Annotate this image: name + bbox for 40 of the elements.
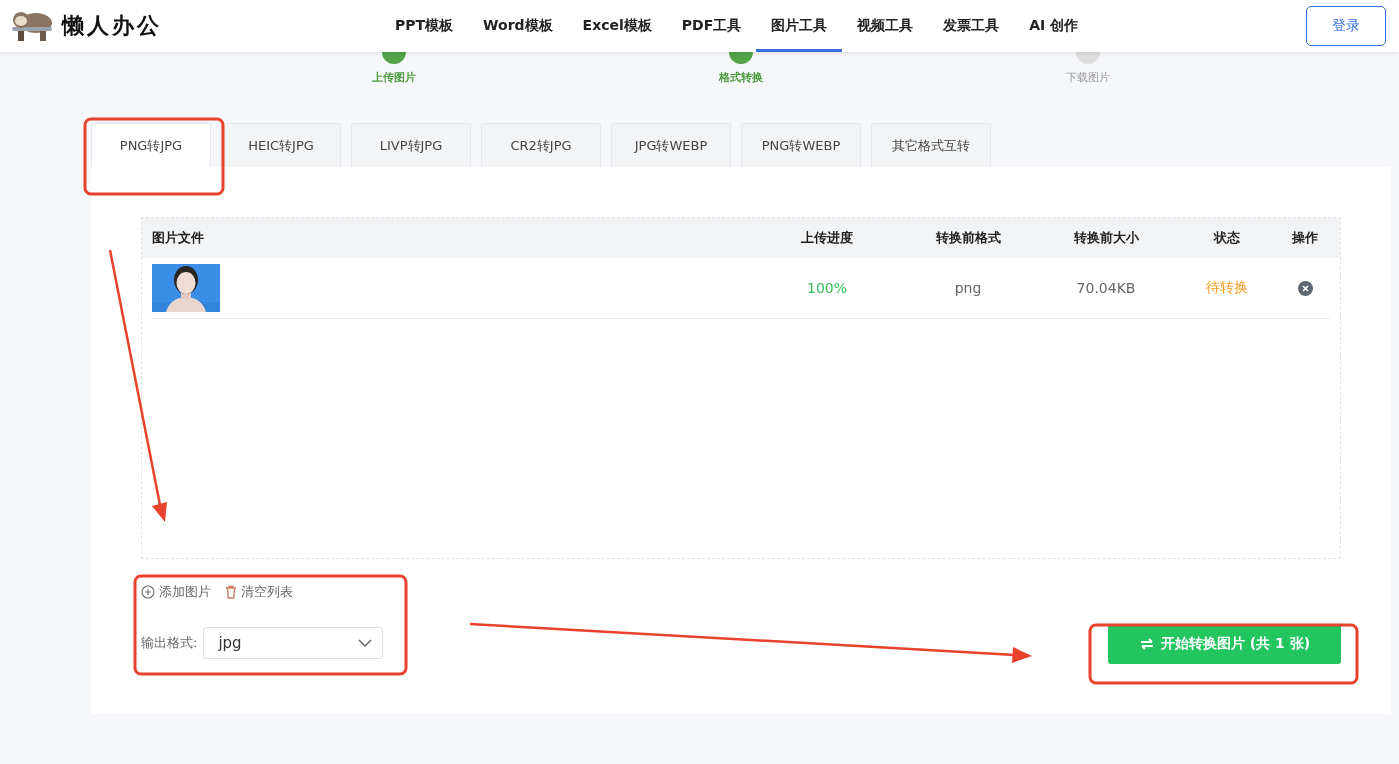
nav-link[interactable]: 图片工具 (756, 0, 843, 52)
column-header: 操作 (1291, 229, 1319, 247)
nav-link[interactable]: PDF工具 (666, 0, 757, 52)
step-label: 格式转换 (718, 70, 763, 85)
step-label: 上传图片 (371, 70, 416, 85)
format-text: png (954, 280, 982, 296)
nav-link[interactable]: AI 创作 (1014, 0, 1094, 52)
swap-icon (1138, 637, 1155, 651)
tab[interactable]: CR2转JPG (481, 123, 601, 167)
nav-link[interactable]: 视频工具 (842, 0, 929, 52)
remove-icon[interactable] (1297, 280, 1313, 296)
size-text: 70.04KB (1076, 280, 1136, 296)
login-button[interactable]: 登录 (1306, 6, 1386, 46)
nav-link[interactable]: PPT模板 (380, 0, 469, 52)
tab[interactable]: HEIC转JPG (221, 123, 341, 167)
sloth-logo-icon (10, 9, 54, 43)
column-header: 转换前格式 (934, 229, 1002, 247)
chevron-down-icon (358, 639, 373, 647)
tab[interactable]: PNG转JPG (91, 123, 211, 167)
nav-link[interactable]: Excel模板 (567, 0, 667, 52)
add-image-button[interactable]: 添加图片 (141, 583, 211, 601)
step-label: 下载图片 (1065, 70, 1110, 85)
nav-link[interactable]: 发票工具 (928, 0, 1015, 52)
nav-link[interactable]: Word模板 (468, 0, 568, 52)
format-select[interactable]: jpg (203, 627, 384, 659)
trash-icon (225, 585, 237, 599)
field-label: 输出格式: (141, 634, 198, 652)
tab[interactable]: PNG转WEBP (741, 123, 861, 167)
status-text: 待转换 (1206, 279, 1248, 297)
column-header: 图片文件 (151, 229, 205, 247)
plus-circle-icon (141, 585, 155, 599)
logo-text: 懒人办公 (62, 12, 162, 40)
tab[interactable]: 其它格式互转 (871, 123, 991, 167)
clear-list-button[interactable]: 清空列表 (225, 583, 293, 601)
tab[interactable]: LIVP转JPG (351, 123, 471, 167)
progress-text: 100% (807, 280, 847, 296)
column-header: 上传进度 (800, 229, 854, 247)
column-header: 转换前大小 (1072, 229, 1140, 247)
column-header: 状态 (1212, 229, 1241, 247)
tab[interactable]: JPG转WEBP (611, 123, 731, 167)
